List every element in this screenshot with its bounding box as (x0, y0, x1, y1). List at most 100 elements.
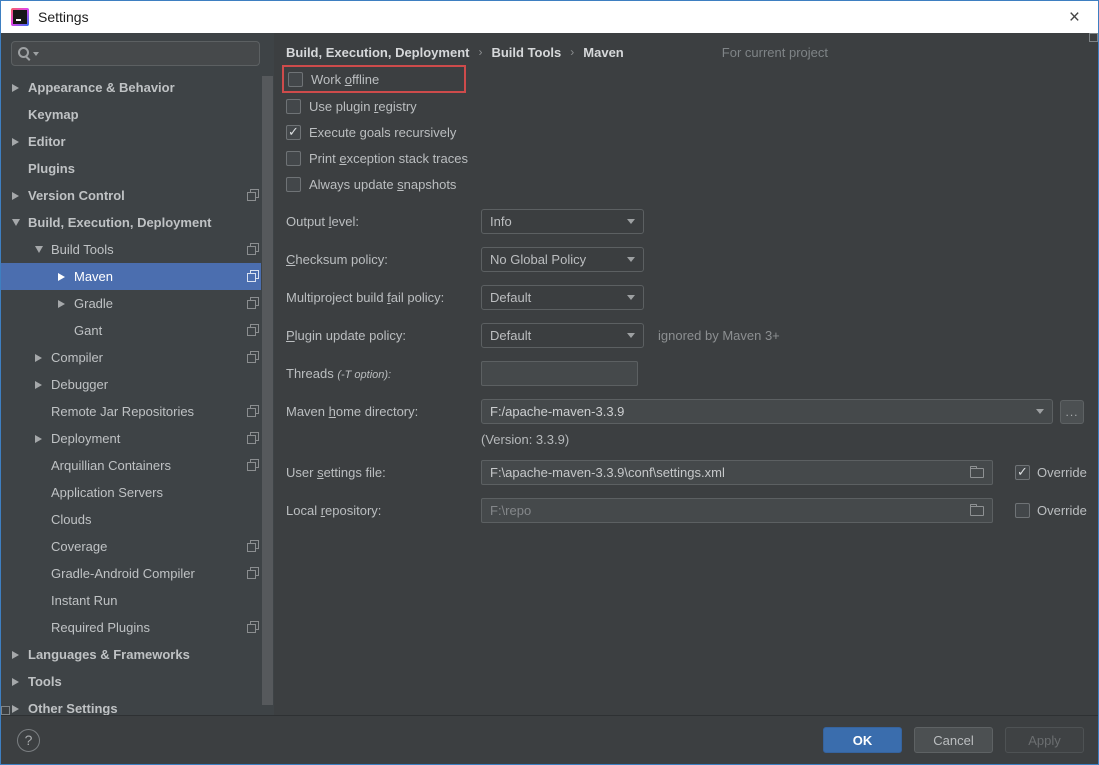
close-icon[interactable]: × (1063, 6, 1086, 29)
tree-collapsed-arrow-icon[interactable] (10, 651, 21, 659)
tree-expanded-arrow-icon[interactable] (10, 219, 21, 226)
use-plugin-registry-checkbox[interactable] (286, 98, 301, 114)
search-box[interactable] (11, 41, 260, 66)
execute-goals-recursively-label: Execute goals recursively (309, 125, 456, 140)
sidebar-item-version-control[interactable]: Version Control (1, 182, 274, 209)
apply-button[interactable]: Apply (1005, 727, 1084, 753)
tree-collapsed-arrow-icon[interactable] (10, 705, 21, 713)
work-offline-checkbox[interactable] (288, 71, 303, 87)
tree-collapsed-arrow-icon[interactable] (56, 273, 67, 281)
label-text: epository: (325, 503, 382, 518)
sidebar-scrollbar-thumb[interactable] (262, 76, 273, 705)
for-current-project-icon (247, 432, 259, 444)
threads-label: Threads (-T option): (286, 366, 481, 381)
dialog-footer: ? OK Cancel Apply (1, 715, 1098, 764)
label-text: User (286, 465, 318, 480)
user-settings-file-label: User settings file: (286, 465, 481, 480)
sidebar-item-tools[interactable]: Tools (1, 668, 274, 695)
cancel-button[interactable]: Cancel (914, 727, 993, 753)
breadcrumb-part-build-tools[interactable]: Build Tools (491, 45, 561, 60)
always-update-snapshots-checkbox[interactable] (286, 176, 301, 192)
print-exception-stack-traces-label: Print exception stack traces (309, 151, 468, 166)
sidebar-item-remote-jar-repositories[interactable]: Remote Jar Repositories (1, 398, 274, 425)
sidebar-item-build-execution-deployment[interactable]: Build, Execution, Deployment (1, 209, 274, 236)
local-repository-field[interactable]: F:\repo (481, 498, 993, 523)
local-repository-override-checkbox[interactable] (1015, 503, 1030, 518)
sidebar-item-gant[interactable]: Gant (1, 317, 274, 344)
sidebar-item-debugger[interactable]: Debugger (1, 371, 274, 398)
sidebar-item-gradle-android-compiler[interactable]: Gradle-Android Compiler (1, 560, 274, 587)
tree-collapsed-arrow-icon[interactable] (33, 435, 44, 443)
tree-collapsed-arrow-icon[interactable] (10, 138, 21, 146)
checkbox-group: Work offline Use plugin registry Execute g… (282, 65, 1098, 195)
breadcrumb-part-build-execution-deployment[interactable]: Build, Execution, Deployment (286, 45, 469, 60)
checksum-policy-select[interactable]: No Global Policy (481, 247, 644, 272)
sidebar-item-arquillian-containers[interactable]: Arquillian Containers (1, 452, 274, 479)
sidebar-item-editor[interactable]: Editor (1, 128, 274, 155)
checkbox-row-always-update-snapshots: Always update snapshots (286, 173, 1098, 195)
sidebar-item-label: Maven (74, 269, 114, 284)
form-row-multiproject-build-fail-policy: Multiproject build fail policy: Default (286, 285, 1098, 310)
label-text: ome directory: (335, 404, 419, 419)
label-text: Always update (309, 176, 398, 192)
folder-icon[interactable] (970, 465, 984, 478)
sidebar-item-compiler[interactable]: Compiler (1, 344, 274, 371)
tree-collapsed-arrow-icon[interactable] (10, 192, 21, 200)
search-icon (17, 46, 32, 61)
maven-home-directory-browse-button[interactable]: ... (1060, 399, 1084, 424)
execute-goals-recursively-checkbox[interactable] (286, 124, 301, 140)
sidebar-item-application-servers[interactable]: Application Servers (1, 479, 274, 506)
sidebar-item-maven[interactable]: Maven (1, 263, 274, 290)
user-settings-file-override-checkbox[interactable] (1015, 464, 1030, 480)
sidebar-item-deployment[interactable]: Deployment (1, 425, 274, 452)
label-text: h (328, 404, 336, 419)
sidebar-item-label: Build, Execution, Deployment (28, 215, 212, 230)
label-text: Print (309, 150, 340, 166)
tree-collapsed-arrow-icon[interactable] (10, 84, 21, 92)
breadcrumb-part-maven[interactable]: Maven (583, 45, 623, 60)
tree-collapsed-arrow-icon[interactable] (33, 354, 44, 362)
tree-collapsed-arrow-icon[interactable] (56, 300, 67, 308)
settings-sidebar: Appearance & Behavior Keymap Editor Plugins… (1, 33, 274, 715)
sidebar-item-appearance-behavior[interactable]: Appearance & Behavior (1, 74, 274, 101)
form-row-threads: Threads (-T option): (286, 361, 1098, 386)
threads-input[interactable] (481, 361, 638, 386)
multiproject-build-fail-policy-select[interactable]: Default (481, 285, 644, 310)
folder-icon[interactable] (970, 503, 984, 516)
output-level-value: Info (490, 214, 512, 229)
sidebar-item-label: Clouds (51, 512, 92, 527)
sidebar-scrollbar[interactable] (261, 74, 274, 715)
ok-button[interactable]: OK (823, 727, 902, 753)
sidebar-item-clouds[interactable]: Clouds (1, 506, 274, 533)
label-text: ail policy: (390, 290, 445, 305)
output-level-select[interactable]: Info (481, 209, 644, 234)
sidebar-item-coverage[interactable]: Coverage (1, 533, 274, 560)
search-input[interactable] (40, 45, 254, 62)
sidebar-item-build-tools[interactable]: Build Tools (1, 236, 274, 263)
sidebar-item-instant-run[interactable]: Instant Run (1, 587, 274, 614)
sidebar-item-other-settings[interactable]: Other Settings (1, 695, 274, 715)
for-current-project-icon (247, 621, 259, 633)
sidebar-item-plugins[interactable]: Plugins (1, 155, 274, 182)
scope-label: For current project (721, 44, 828, 60)
sidebar-item-required-plugins[interactable]: Required Plugins (1, 614, 274, 641)
sidebar-item-keymap[interactable]: Keymap (1, 101, 274, 128)
tree-collapsed-arrow-icon[interactable] (33, 381, 44, 389)
tree-collapsed-arrow-icon[interactable] (10, 678, 21, 686)
for-current-project-icon (247, 540, 259, 552)
sidebar-item-label: Editor (28, 134, 66, 149)
checkbox-row-use-plugin-registry: Use plugin registry (286, 95, 1098, 117)
sidebar-item-label: Build Tools (51, 242, 114, 257)
user-settings-file-field[interactable]: F:\apache-maven-3.3.9\conf\settings.xml (481, 460, 993, 485)
search-options-caret-icon[interactable] (33, 51, 39, 56)
print-exception-stack-traces-checkbox[interactable] (286, 150, 301, 166)
maven-home-directory-select[interactable]: F:/apache-maven-3.3.9 (481, 399, 1053, 424)
label-text: hecksum policy: (295, 252, 388, 267)
help-button[interactable]: ? (17, 728, 40, 752)
sidebar-item-label: Remote Jar Repositories (51, 404, 195, 419)
plugin-update-policy-select[interactable]: Default (481, 323, 644, 348)
scope-indicator: For current project (704, 45, 828, 60)
tree-expanded-arrow-icon[interactable] (33, 246, 44, 253)
sidebar-item-languages-frameworks[interactable]: Languages & Frameworks (1, 641, 274, 668)
sidebar-item-gradle[interactable]: Gradle (1, 290, 274, 317)
